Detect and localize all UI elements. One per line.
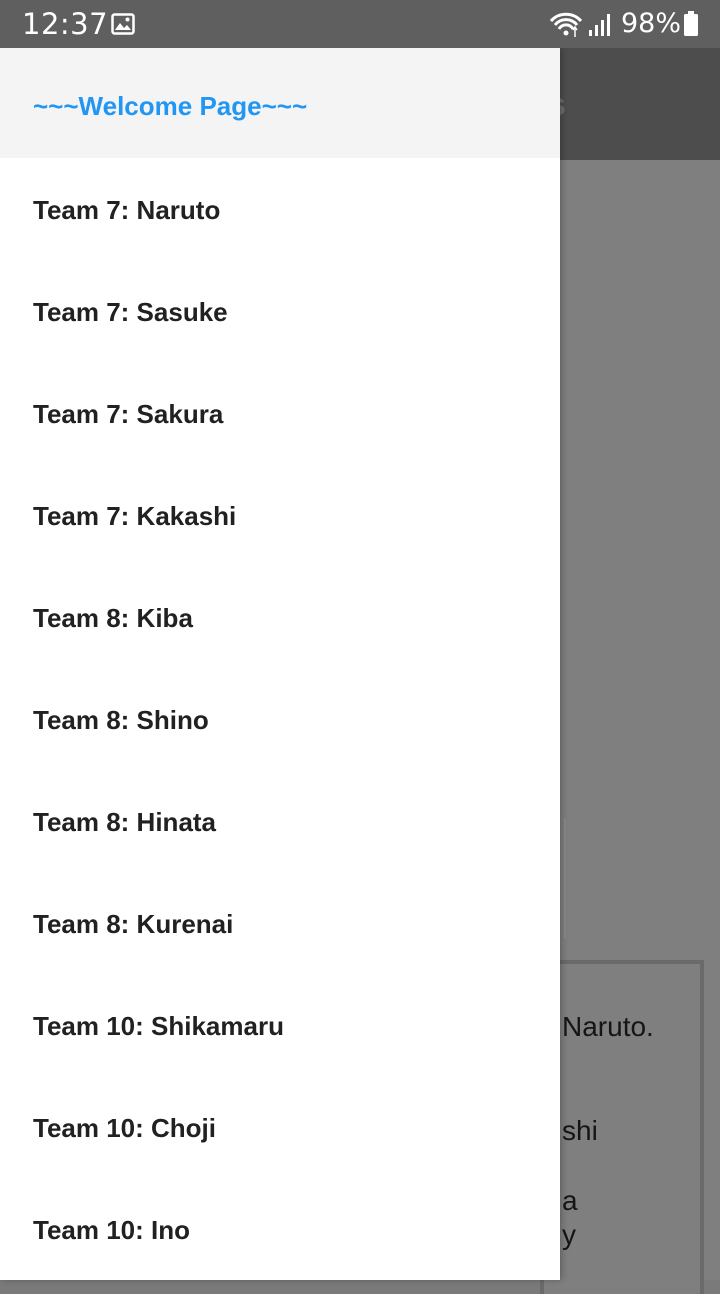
- menu-item-label: Team 7: Naruto: [33, 195, 221, 225]
- menu-item-team10-choji[interactable]: Team 10: Choji: [0, 1076, 560, 1178]
- drawer-header[interactable]: ~~~Welcome Page~~~: [0, 48, 560, 158]
- background-text-line: y: [562, 1219, 576, 1250]
- drawer-header-title: ~~~Welcome Page~~~: [33, 91, 308, 121]
- status-bar: 12:37 98%: [0, 0, 720, 48]
- battery-icon: [684, 11, 698, 36]
- menu-item-label: Team 8: Kiba: [33, 603, 193, 633]
- menu-item-team7-naruto[interactable]: Team 7: Naruto: [0, 158, 560, 260]
- image-icon: [111, 13, 135, 35]
- menu-item-label: Team 10: Choji: [33, 1113, 217, 1143]
- menu-item-team7-sasuke[interactable]: Team 7: Sasuke: [0, 260, 560, 362]
- status-time: 12:37: [22, 7, 109, 41]
- navigation-drawer: ~~~Welcome Page~~~ Team 7: Naruto Team 7…: [0, 48, 560, 1280]
- menu-item-label: Team 8: Hinata: [33, 807, 217, 837]
- background-text-line: shi: [562, 1115, 598, 1146]
- menu-item-team10-ino[interactable]: Team 10: Ino: [0, 1178, 560, 1280]
- wifi-icon: [549, 12, 583, 37]
- menu-item-label: Team 10: Shikamaru: [33, 1011, 284, 1041]
- menu-item-team8-hinata[interactable]: Team 8: Hinata: [0, 770, 560, 872]
- menu-item-team8-shino[interactable]: Team 8: Shino: [0, 668, 560, 770]
- menu-item-label: Team 7: Sakura: [33, 399, 224, 429]
- menu-item-label: Team 7: Sasuke: [33, 297, 228, 327]
- menu-item-label: Team 8: Kurenai: [33, 909, 234, 939]
- menu-item-label: Team 10: Ino: [33, 1215, 191, 1245]
- menu-item-team8-kiba[interactable]: Team 8: Kiba: [0, 566, 560, 668]
- menu-item-team7-sakura[interactable]: Team 7: Sakura: [0, 362, 560, 464]
- menu-item-team10-shikamaru[interactable]: Team 10: Shikamaru: [0, 974, 560, 1076]
- menu-item-label: Team 8: Shino: [33, 705, 209, 735]
- drawer-menu-list: Team 7: Naruto Team 7: Sasuke Team 7: Sa…: [0, 158, 560, 1280]
- battery-percentage: 98%: [621, 8, 682, 39]
- menu-item-team7-kakashi[interactable]: Team 7: Kakashi: [0, 464, 560, 566]
- background-text-line: a: [562, 1185, 578, 1216]
- menu-item-team8-kurenai[interactable]: Team 8: Kurenai: [0, 872, 560, 974]
- signal-icon: [589, 14, 610, 36]
- menu-item-label: Team 7: Kakashi: [33, 501, 237, 531]
- background-text-line: Naruto.: [562, 1011, 654, 1042]
